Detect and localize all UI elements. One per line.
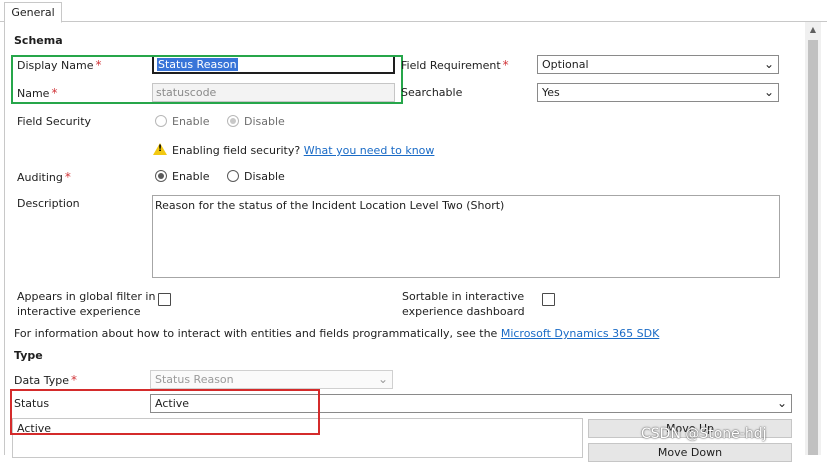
tab-general[interactable]: General — [4, 2, 62, 23]
global-filter-label-line1: Appears in global filter in — [17, 290, 156, 303]
warning-icon — [153, 143, 167, 155]
sortable-label: Sortable in interactive experience dashb… — [402, 289, 525, 319]
searchable-value: Yes — [542, 86, 560, 99]
data-type-select: Status Reason ⌄ — [150, 370, 393, 389]
chevron-down-icon: ⌄ — [776, 396, 787, 410]
chevron-down-icon: ⌄ — [763, 57, 774, 71]
auditing-enable-radio[interactable] — [155, 170, 167, 182]
auditing-label-text: Auditing — [17, 171, 63, 184]
tab-bar: General — [0, 0, 827, 23]
sortable-label-line2: experience dashboard — [402, 305, 525, 318]
chevron-down-icon: ⌄ — [377, 372, 388, 386]
field-requirement-label: Field Requirement * — [401, 58, 509, 72]
auditing-enable-label: Enable — [172, 170, 210, 183]
type-heading: Type — [14, 349, 43, 362]
scrollbar-thumb[interactable] — [808, 40, 818, 455]
sortable-checkbox[interactable] — [542, 293, 555, 306]
warning-text: Enabling field security? — [172, 144, 301, 157]
sdk-link[interactable]: Microsoft Dynamics 365 SDK — [501, 327, 659, 340]
chevron-down-icon: ⌄ — [763, 85, 774, 99]
sdk-info-text: For information about how to interact wi… — [14, 327, 498, 340]
auditing-disable-radio[interactable] — [226, 170, 239, 182]
what-you-need-to-know-link[interactable]: What you need to know — [304, 144, 435, 157]
field-security-label: Field Security — [17, 115, 92, 128]
field-security-enable-radio[interactable] — [155, 115, 167, 127]
global-filter-label-line2: interactive experience — [17, 305, 141, 318]
sdk-info: For information about how to interact wi… — [14, 327, 659, 340]
global-filter-label: Appears in global filter in interactive … — [17, 289, 155, 319]
data-type-label: Data Type * — [14, 373, 77, 387]
required-marker: * — [71, 373, 78, 387]
auditing-label: Auditing * — [17, 170, 71, 184]
auditing-disable-label: Disable — [243, 170, 285, 183]
field-security-enable-label: Enable — [172, 115, 210, 128]
required-marker: * — [64, 170, 71, 184]
field-requirement-select[interactable]: Optional ⌄ — [537, 55, 779, 74]
field-security-warning: Enabling field security? What you need t… — [153, 143, 434, 157]
searchable-label: Searchable — [401, 86, 463, 99]
move-down-button[interactable]: Move Down — [588, 443, 792, 462]
description-label: Description — [17, 197, 80, 210]
field-security-disable-radio[interactable] — [226, 115, 239, 127]
red-highlight-box — [10, 389, 320, 435]
data-type-value: Status Reason — [155, 373, 234, 386]
sortable-label-line1: Sortable in interactive — [402, 290, 525, 303]
field-requirement-value: Optional — [542, 58, 589, 71]
auditing-radio-group: Enable Disable — [155, 170, 299, 183]
data-type-label-text: Data Type — [14, 374, 70, 387]
field-requirement-label-text: Field Requirement — [401, 59, 501, 72]
scroll-up-arrow-icon[interactable]: ▲ — [805, 22, 821, 38]
field-security-radio-group: Enable Disable — [155, 115, 299, 128]
vertical-scrollbar[interactable]: ▲ — [805, 22, 821, 455]
schema-heading: Schema — [14, 34, 63, 47]
description-textarea[interactable]: Reason for the status of the Incident Lo… — [152, 195, 780, 278]
watermark: CSDN @Stone-hdj — [641, 426, 767, 442]
green-highlight-box — [11, 55, 403, 104]
required-marker: * — [502, 58, 509, 72]
field-security-disable-label: Disable — [243, 115, 285, 128]
global-filter-checkbox[interactable] — [158, 293, 171, 306]
searchable-select[interactable]: Yes ⌄ — [537, 83, 779, 102]
